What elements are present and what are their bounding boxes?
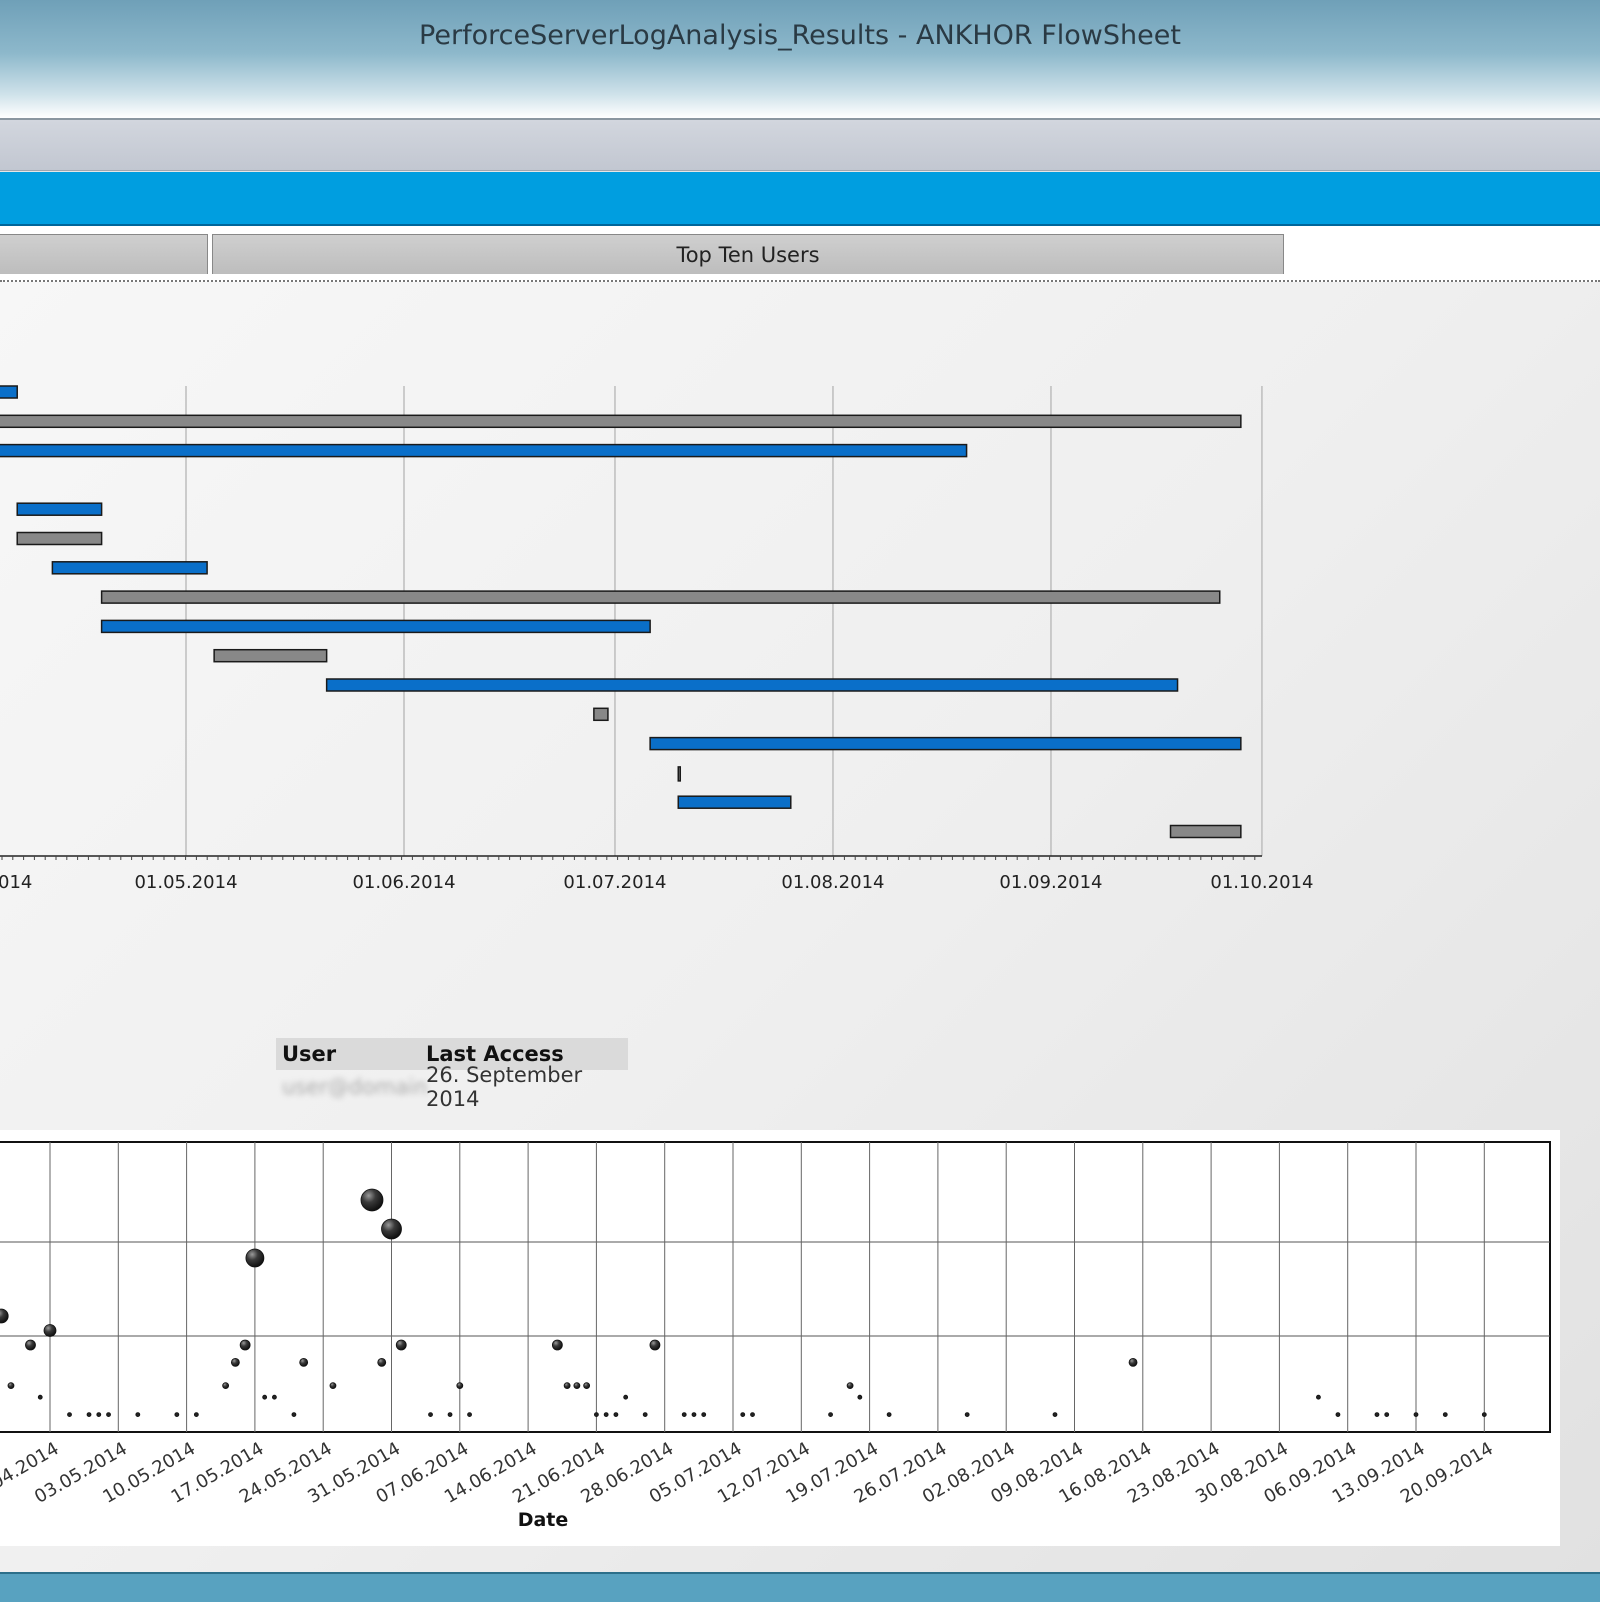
gantt-bar[interactable] — [677, 766, 682, 782]
scatter-point[interactable] — [43, 1324, 57, 1337]
scatter-point[interactable] — [245, 1248, 265, 1268]
scatter-point[interactable] — [25, 1339, 36, 1351]
gantt-tick-label: 01.07.2014 — [563, 872, 666, 893]
gantt-bar[interactable] — [593, 707, 609, 722]
scatter-point[interactable] — [573, 1382, 581, 1390]
gantt-tick-label-partial: 014 — [0, 872, 32, 893]
scatter-point[interactable] — [857, 1394, 863, 1400]
scatter-point[interactable] — [467, 1412, 472, 1418]
scatter-point[interactable] — [886, 1412, 892, 1418]
scatter-point[interactable] — [1374, 1412, 1380, 1418]
scatter-point[interactable] — [37, 1394, 43, 1400]
scatter-point[interactable] — [1335, 1412, 1341, 1418]
scatter-point[interactable] — [964, 1412, 970, 1418]
scatter-panel: 26.04.2014 03.05.2014 10.05.2014 17.05.2014… — [0, 1130, 1560, 1546]
scatter-x-label: Date — [518, 1509, 569, 1531]
scatter-point[interactable] — [96, 1412, 102, 1418]
scatter-point[interactable] — [691, 1412, 697, 1418]
scatter-point[interactable] — [750, 1412, 755, 1418]
scatter-point[interactable] — [828, 1412, 833, 1418]
scatter-point[interactable] — [329, 1382, 337, 1390]
scatter-point[interactable] — [222, 1382, 230, 1390]
scatter-point[interactable] — [135, 1412, 141, 1418]
table-row[interactable]: user@domain 26. September 2014 — [276, 1063, 628, 1111]
gantt-bar[interactable] — [100, 619, 651, 634]
scatter-point[interactable] — [583, 1382, 591, 1390]
scatter-point[interactable] — [67, 1412, 72, 1418]
scatter-point[interactable] — [7, 1382, 15, 1390]
gantt-tick-label: 01.05.2014 — [134, 872, 237, 893]
gantt-tick-label: 01.08.2014 — [781, 872, 884, 893]
gantt-bar[interactable] — [325, 678, 1179, 692]
scatter-point[interactable] — [846, 1382, 854, 1390]
scatter-point[interactable] — [740, 1412, 746, 1418]
gantt-bar[interactable] — [51, 561, 208, 575]
gantt-bar[interactable] — [0, 443, 968, 458]
scatter-point[interactable] — [603, 1412, 609, 1418]
gantt-bar[interactable] — [649, 736, 1242, 751]
scatter-point[interactable] — [291, 1412, 297, 1418]
scatter-point[interactable] — [642, 1412, 648, 1418]
window-titlebar: PerforceServerLogAnalysis_Results - ANKH… — [0, 0, 1600, 120]
scatter-point[interactable] — [1128, 1357, 1138, 1367]
gantt-bar[interactable] — [100, 590, 1221, 604]
scatter-point[interactable] — [447, 1412, 453, 1418]
gantt-bar[interactable] — [0, 414, 1242, 429]
gantt-tick-label: 01.06.2014 — [352, 872, 455, 893]
scatter-point[interactable] — [681, 1412, 687, 1418]
ribbon-bar — [0, 172, 1600, 226]
gantt-bar[interactable] — [677, 795, 792, 809]
scatter-point[interactable] — [395, 1339, 407, 1351]
scatter-point[interactable] — [377, 1357, 387, 1367]
last-access-table: User Last Access user@domain 26. Septemb… — [276, 1038, 628, 1111]
plot-area — [0, 1141, 1551, 1433]
gantt-bar[interactable] — [213, 648, 328, 663]
scatter-point[interactable] — [1384, 1412, 1390, 1418]
window-title: PerforceServerLogAnalysis_Results - ANKH… — [419, 20, 1181, 51]
scatter-point[interactable] — [563, 1382, 571, 1390]
tab-strip: Top Ten Users — [0, 226, 1600, 282]
scatter-point[interactable] — [174, 1412, 180, 1418]
scatter-point[interactable] — [299, 1357, 309, 1367]
scatter-point[interactable] — [456, 1382, 464, 1390]
scatter-point[interactable] — [594, 1412, 599, 1418]
gantt-bar[interactable] — [16, 502, 103, 516]
scatter-point[interactable] — [1413, 1412, 1419, 1418]
scatter-point[interactable] — [381, 1218, 402, 1240]
toolbar — [0, 120, 1600, 171]
scatter-point[interactable] — [623, 1394, 629, 1400]
cell-last-access: 26. September 2014 — [426, 1063, 583, 1111]
scatter-point[interactable] — [1481, 1412, 1487, 1418]
tab-previous[interactable] — [0, 234, 208, 274]
scatter-point[interactable] — [428, 1412, 433, 1418]
tab-top-ten-users[interactable]: Top Ten Users — [212, 234, 1284, 274]
scatter-point[interactable] — [1442, 1412, 1448, 1418]
scatter-point[interactable] — [86, 1412, 92, 1418]
scatter-point[interactable] — [230, 1357, 240, 1367]
bubble-chart: 26.04.201403.05.201410.05.201417.05.2014… — [0, 1141, 1551, 1531]
scatter-point[interactable] — [613, 1412, 619, 1418]
gantt-tick-label: 01.10.2014 — [1210, 872, 1313, 893]
scatter-point[interactable] — [262, 1394, 268, 1400]
gantt-bar[interactable] — [1169, 824, 1242, 839]
scatter-point[interactable] — [649, 1339, 661, 1351]
cell-user: user@domain — [282, 1075, 428, 1099]
scatter-point[interactable] — [193, 1412, 199, 1418]
scatter-point[interactable] — [1316, 1394, 1321, 1400]
scatter-point[interactable] — [360, 1188, 384, 1212]
status-bar — [0, 1572, 1600, 1602]
scatter-point[interactable] — [1052, 1412, 1058, 1418]
gantt-bar[interactable] — [0, 385, 18, 399]
gantt-chart: 01.05.2014 01.06.2014 01.07.2014 01.08.2014… — [0, 385, 1313, 893]
gantt-bar[interactable] — [16, 531, 103, 546]
gantt-tick-label: 01.09.2014 — [999, 872, 1102, 893]
scatter-point[interactable] — [551, 1339, 563, 1351]
scatter-point[interactable] — [239, 1339, 251, 1351]
scatter-point[interactable] — [272, 1394, 277, 1400]
scatter-point[interactable] — [701, 1412, 707, 1418]
scatter-point[interactable] — [106, 1412, 111, 1418]
header-user: User — [282, 1042, 337, 1066]
